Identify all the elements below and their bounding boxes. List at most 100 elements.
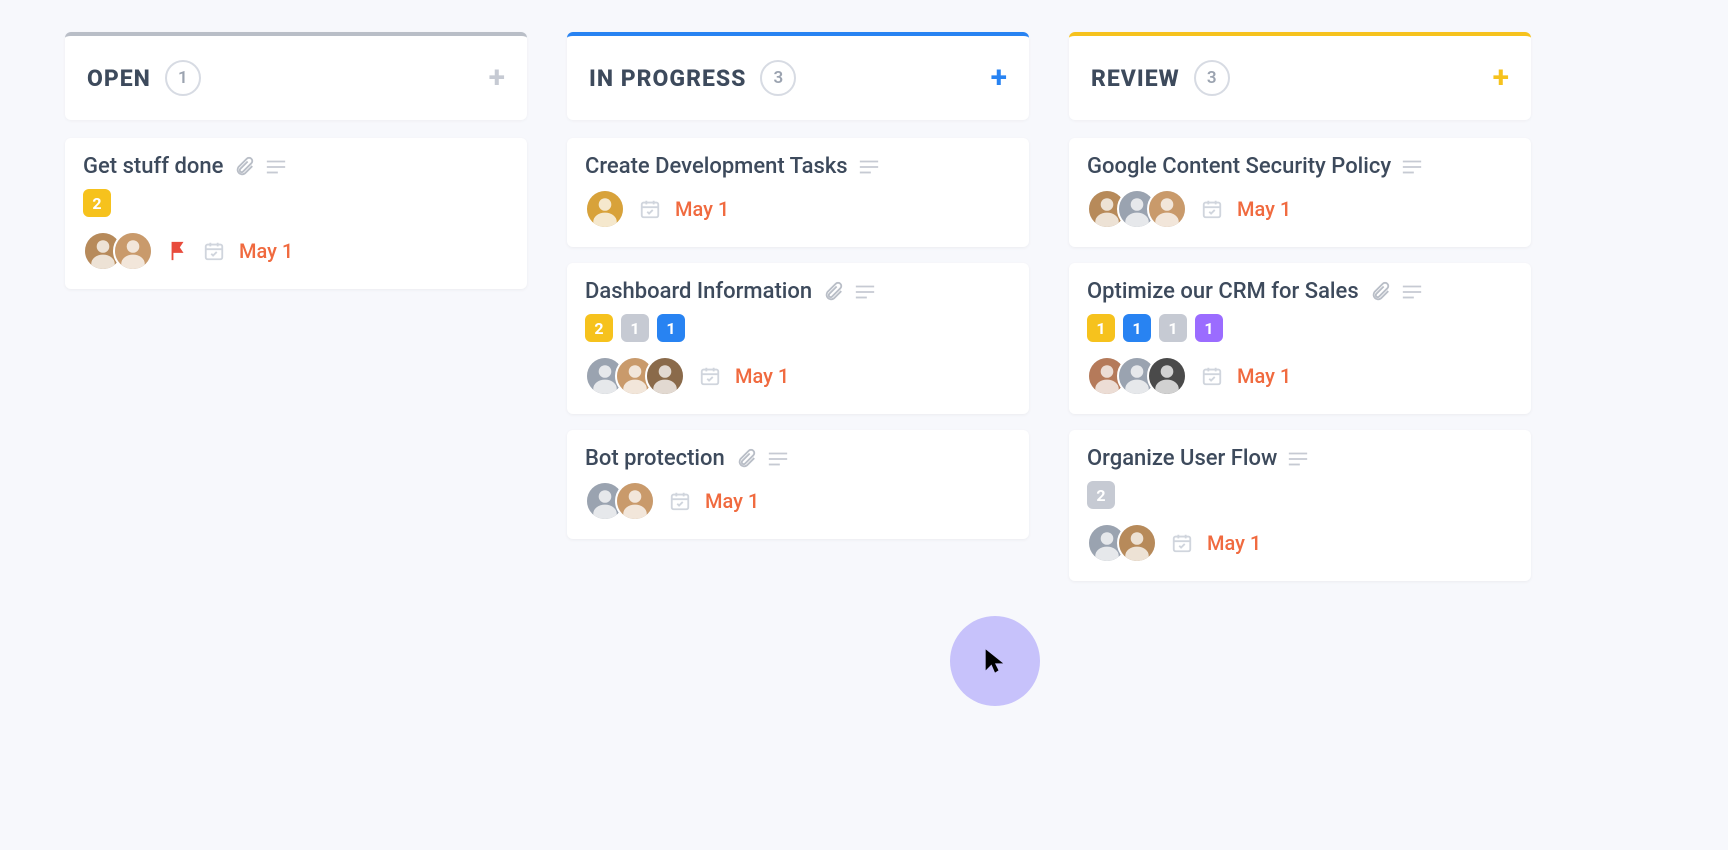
assignee-avatars[interactable]: [83, 231, 153, 271]
card-title: Get stuff done: [83, 154, 223, 179]
add-card-button[interactable]: +: [1493, 63, 1509, 93]
column-header-open[interactable]: OPEN 1 +: [65, 32, 527, 120]
task-tag[interactable]: 2: [585, 314, 613, 342]
card-tags-row: 1111: [1087, 314, 1513, 342]
column-review: REVIEW 3 + Google Content Security Polic…: [1069, 32, 1531, 581]
task-tag[interactable]: 2: [1087, 481, 1115, 509]
avatar[interactable]: [1147, 356, 1187, 396]
attachment-icon: [1369, 281, 1391, 303]
calendar-icon: [1171, 532, 1193, 554]
column-count-badge: 3: [760, 60, 796, 96]
card-title: Optimize our CRM for Sales: [1087, 279, 1359, 304]
calendar-icon: [639, 198, 661, 220]
assignee-avatars[interactable]: [585, 481, 655, 521]
task-tag[interactable]: 1: [621, 314, 649, 342]
column-title: OPEN: [87, 65, 151, 92]
card-header-row: Optimize our CRM for Sales: [1087, 279, 1513, 304]
card-title: Bot protection: [585, 446, 725, 471]
card-list: Create Development Tasks May 1 Dashboard…: [567, 138, 1029, 539]
description-icon: [265, 158, 287, 176]
assignee-avatars[interactable]: [1087, 523, 1157, 563]
assignee-avatars[interactable]: [585, 189, 625, 229]
avatar[interactable]: [1117, 523, 1157, 563]
due-date: May 1: [1237, 364, 1291, 388]
due-date: May 1: [239, 239, 293, 263]
add-card-button[interactable]: +: [991, 63, 1007, 93]
task-tag[interactable]: 1: [1195, 314, 1223, 342]
card-title: Create Development Tasks: [585, 154, 848, 179]
column-count-badge: 3: [1194, 60, 1230, 96]
description-icon: [1401, 158, 1423, 176]
card-header-row: Google Content Security Policy: [1087, 154, 1513, 179]
card-title: Google Content Security Policy: [1087, 154, 1391, 179]
card-header-row: Dashboard Information: [585, 279, 1011, 304]
avatar[interactable]: [585, 189, 625, 229]
column-header-prog[interactable]: IN PROGRESS 3 +: [567, 32, 1029, 120]
task-tag[interactable]: 1: [1087, 314, 1115, 342]
task-card[interactable]: Dashboard Information211 May 1: [567, 263, 1029, 414]
card-header-row: Create Development Tasks: [585, 154, 1011, 179]
column-prog: IN PROGRESS 3 + Create Development Tasks…: [567, 32, 1029, 581]
task-card[interactable]: Bot protection May 1: [567, 430, 1029, 539]
card-footer-row: May 1: [585, 481, 1011, 521]
card-tags-row: 2: [83, 189, 509, 217]
kanban-board: OPEN 1 + Get stuff done 2 May 1 IN PROGRE…: [0, 0, 1728, 613]
task-tag[interactable]: 1: [1123, 314, 1151, 342]
task-card[interactable]: Optimize our CRM for Sales1111 May 1: [1069, 263, 1531, 414]
cursor-indicator: [950, 616, 1040, 706]
task-card[interactable]: Create Development Tasks May 1: [567, 138, 1029, 247]
column-title: IN PROGRESS: [589, 65, 746, 92]
avatar[interactable]: [615, 481, 655, 521]
task-card[interactable]: Get stuff done 2 May 1: [65, 138, 527, 289]
column-count-badge: 1: [165, 60, 201, 96]
description-icon: [854, 283, 876, 301]
card-tags-row: 2: [1087, 481, 1513, 509]
column-open: OPEN 1 + Get stuff done 2 May 1: [65, 32, 527, 581]
due-date: May 1: [1207, 531, 1261, 555]
due-date: May 1: [675, 197, 729, 221]
card-footer-row: May 1: [585, 356, 1011, 396]
card-title: Organize User Flow: [1087, 446, 1277, 471]
attachment-icon: [735, 448, 757, 470]
card-footer-row: May 1: [1087, 523, 1513, 563]
card-header-row: Bot protection: [585, 446, 1011, 471]
task-card[interactable]: Organize User Flow 2 May 1: [1069, 430, 1531, 581]
card-title: Dashboard Information: [585, 279, 812, 304]
calendar-icon: [1201, 365, 1223, 387]
avatar[interactable]: [645, 356, 685, 396]
description-icon: [1287, 450, 1309, 468]
assignee-avatars[interactable]: [1087, 356, 1187, 396]
due-date: May 1: [735, 364, 789, 388]
card-footer-row: May 1: [585, 189, 1011, 229]
description-icon: [767, 450, 789, 468]
attachment-icon: [233, 156, 255, 178]
avatar[interactable]: [1147, 189, 1187, 229]
task-tag[interactable]: 1: [1159, 314, 1187, 342]
card-header-row: Get stuff done: [83, 154, 509, 179]
card-list: Get stuff done 2 May 1: [65, 138, 527, 289]
task-card[interactable]: Google Content Security Policy May 1: [1069, 138, 1531, 247]
description-icon: [1401, 283, 1423, 301]
due-date: May 1: [1237, 197, 1291, 221]
calendar-icon: [1201, 198, 1223, 220]
card-tags-row: 211: [585, 314, 1011, 342]
column-title: REVIEW: [1091, 65, 1180, 92]
attachment-icon: [822, 281, 844, 303]
priority-flag-icon[interactable]: [167, 240, 189, 262]
task-tag[interactable]: 2: [83, 189, 111, 217]
add-card-button[interactable]: +: [489, 63, 505, 93]
calendar-icon: [203, 240, 225, 262]
assignee-avatars[interactable]: [585, 356, 685, 396]
card-footer-row: May 1: [1087, 189, 1513, 229]
card-footer-row: May 1: [83, 231, 509, 271]
calendar-icon: [669, 490, 691, 512]
card-footer-row: May 1: [1087, 356, 1513, 396]
description-icon: [858, 158, 880, 176]
card-header-row: Organize User Flow: [1087, 446, 1513, 471]
task-tag[interactable]: 1: [657, 314, 685, 342]
due-date: May 1: [705, 489, 759, 513]
avatar[interactable]: [113, 231, 153, 271]
assignee-avatars[interactable]: [1087, 189, 1187, 229]
column-header-review[interactable]: REVIEW 3 +: [1069, 32, 1531, 120]
card-list: Google Content Security Policy May 1 Opt…: [1069, 138, 1531, 581]
